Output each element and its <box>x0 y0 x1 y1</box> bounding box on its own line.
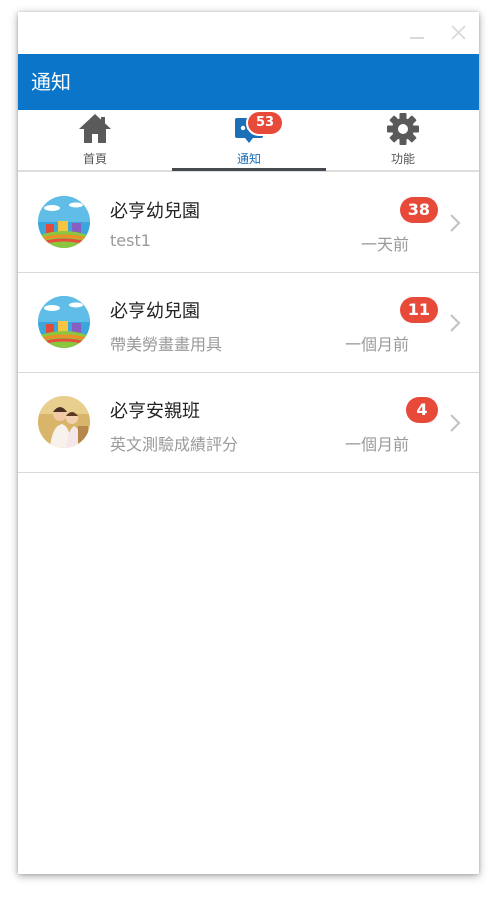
item-time: 一天前 <box>360 235 409 254</box>
chevron-right-icon <box>450 214 461 232</box>
unread-count-badge: 38 <box>399 197 438 223</box>
tab-home[interactable]: 首頁 <box>18 110 172 170</box>
item-time: 一個月前 <box>344 335 409 354</box>
tab-home-label: 首頁 <box>82 152 107 166</box>
gear-icon <box>387 113 419 145</box>
tab-notifications-label: 通知 <box>236 152 261 166</box>
item-time: 一個月前 <box>344 435 409 454</box>
tab-notifications-badge: 53 <box>248 112 282 134</box>
kindergarten-avatar <box>38 296 90 348</box>
page-title: 通知 <box>31 70 71 94</box>
app-bar: 通知 <box>18 54 479 110</box>
tab-functions[interactable]: 功能 <box>326 110 479 170</box>
chevron-right-icon <box>450 414 461 432</box>
item-title: 必亨幼兒園 <box>110 201 200 222</box>
title-bar <box>18 12 479 54</box>
tab-bar: 首頁 53 通知 功能 <box>18 110 479 172</box>
item-title: 必亨安親班 <box>110 401 200 422</box>
tab-notifications[interactable]: 53 通知 <box>172 110 326 171</box>
kindergarten-avatar <box>38 196 90 248</box>
item-subtitle: 帶美勞畫畫用具 <box>110 335 223 354</box>
chevron-right-icon <box>450 314 461 332</box>
tab-functions-label: 功能 <box>390 152 415 166</box>
list-item[interactable]: 必亨幼兒園 test1 一天前 38 <box>18 173 479 273</box>
home-icon <box>79 114 111 143</box>
item-subtitle: 英文測驗成績評分 <box>110 435 239 454</box>
item-title: 必亨幼兒園 <box>110 301 200 322</box>
close-icon <box>451 25 466 40</box>
minimize-button[interactable] <box>404 20 432 46</box>
app-window: 通知 首頁 53 通知 功能 必亨幼兒園 test1 一天前 38 必亨幼兒園 … <box>18 12 479 874</box>
notification-list: 必亨幼兒園 test1 一天前 38 必亨幼兒園 帶美勞畫畫用具 一個月前 11… <box>18 173 479 473</box>
active-tab-indicator <box>172 168 326 171</box>
list-item[interactable]: 必亨安親班 英文測驗成績評分 一個月前 4 <box>18 373 479 473</box>
list-item[interactable]: 必亨幼兒園 帶美勞畫畫用具 一個月前 11 <box>18 273 479 373</box>
unread-count-badge: 4 <box>406 397 438 423</box>
children-photo-avatar <box>38 396 90 448</box>
unread-count-badge: 11 <box>399 297 438 323</box>
item-subtitle: test1 <box>110 231 151 250</box>
close-button[interactable] <box>445 20 473 46</box>
